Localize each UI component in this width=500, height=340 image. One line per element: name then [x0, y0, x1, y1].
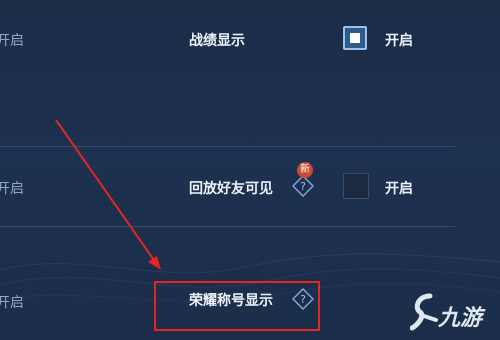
nine-game-logo-icon [410, 293, 438, 331]
settings-screen: 开启 开启 开启 战绩显示 开启 回放好友可见 ? 新 开启 荣耀称号显示 ? … [0, 0, 500, 340]
annotation-arrow [55, 119, 161, 270]
watermark-text: 九游 [438, 306, 483, 331]
